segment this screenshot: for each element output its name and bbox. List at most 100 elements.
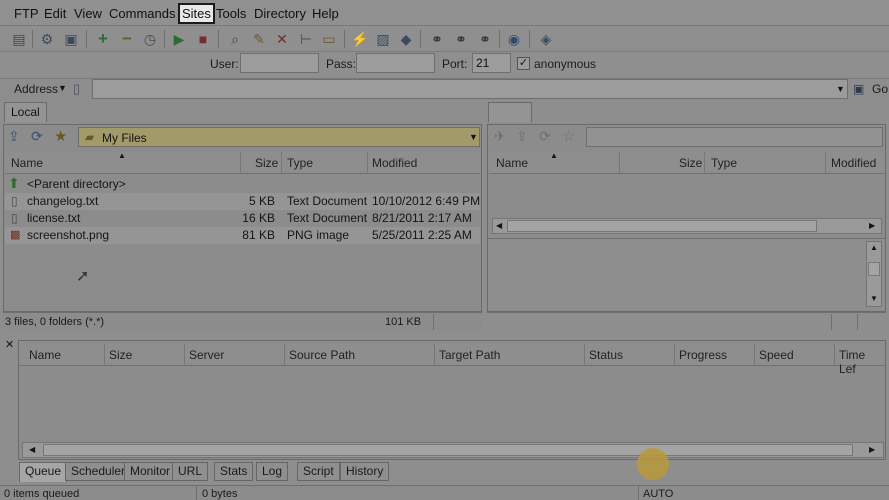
menu-edit[interactable]: Edit xyxy=(42,6,68,21)
menu-view[interactable]: View xyxy=(72,6,104,21)
stop-icon[interactable]: ■ xyxy=(194,30,212,48)
tab-queue[interactable]: Queue xyxy=(19,462,68,482)
column-separator[interactable] xyxy=(367,152,368,174)
column-separator[interactable] xyxy=(184,344,185,366)
address-label[interactable]: Address xyxy=(14,82,58,96)
menu-tools[interactable]: Tools xyxy=(214,6,248,21)
parent-directory-row[interactable]: ⬆ <Parent directory> xyxy=(5,175,480,193)
address-input[interactable] xyxy=(92,79,848,99)
pass-field[interactable] xyxy=(356,53,435,73)
tab-log[interactable]: Log xyxy=(256,462,289,481)
column-separator[interactable] xyxy=(674,344,675,366)
menu-help[interactable]: Help xyxy=(310,6,341,21)
column-separator[interactable] xyxy=(754,344,755,366)
disconnect-icon[interactable]: ✈ xyxy=(494,128,506,145)
menu-commands[interactable]: Commands xyxy=(107,6,177,21)
scroll-thumb[interactable] xyxy=(43,444,853,456)
scroll-thumb[interactable] xyxy=(507,220,817,232)
queue-col-status[interactable]: Status xyxy=(589,348,623,362)
play-icon[interactable]: ▶ xyxy=(170,30,188,48)
up-folder-icon[interactable]: ⇪ xyxy=(8,128,20,145)
binoculars-prev-icon[interactable]: ⚭ xyxy=(476,30,494,48)
tab-remote[interactable] xyxy=(488,102,532,122)
tab-script[interactable]: Script xyxy=(297,462,340,481)
column-separator[interactable] xyxy=(240,152,241,174)
binoculars-icon[interactable]: ⚭ xyxy=(428,30,446,48)
col-type[interactable]: Type xyxy=(287,156,313,170)
table-row[interactable]: ▯ changelog.txt 5 KB Text Document 10/10… xyxy=(5,193,480,210)
queue-col-speed[interactable]: Speed xyxy=(759,348,794,362)
column-separator[interactable] xyxy=(704,152,705,174)
connect-icon[interactable]: ⚡ xyxy=(351,30,369,48)
scroll-up-icon[interactable]: ▲ xyxy=(870,243,878,252)
col-name[interactable]: Name xyxy=(11,156,43,170)
tab-stats[interactable]: Stats xyxy=(214,462,254,481)
queue-col-server[interactable]: Server xyxy=(189,348,224,362)
new-folder-icon[interactable]: ▭ xyxy=(320,30,338,48)
search-icon[interactable]: ⌕ xyxy=(226,30,244,48)
up-folder-icon[interactable]: ⇪ xyxy=(516,128,528,145)
remote-horizontal-scrollbar[interactable]: ◀ ▶ xyxy=(492,218,882,234)
scroll-thumb[interactable] xyxy=(868,262,880,276)
refresh-icon[interactable]: ⟳ xyxy=(31,128,43,145)
col-modified[interactable]: Modified xyxy=(831,156,876,170)
scroll-right-icon[interactable]: ▶ xyxy=(869,221,875,230)
go-icon[interactable]: ▣ xyxy=(853,82,864,96)
col-type[interactable]: Type xyxy=(711,156,737,170)
help-icon[interactable]: ◈ xyxy=(537,30,555,48)
col-modified[interactable]: Modified xyxy=(372,156,417,170)
scroll-left-icon[interactable]: ◀ xyxy=(29,445,35,454)
address-combo-arrow-icon[interactable]: ▼ xyxy=(836,84,845,94)
tab-local[interactable]: Local xyxy=(4,102,47,122)
column-separator[interactable] xyxy=(584,344,585,366)
globe-icon[interactable]: ◉ xyxy=(505,30,523,48)
tab-monitor[interactable]: Monitor xyxy=(124,462,177,481)
image-icon[interactable]: ▨ xyxy=(374,30,392,48)
tab-url[interactable]: URL xyxy=(172,462,209,481)
favorites-star-icon[interactable]: ☆ xyxy=(562,127,575,145)
queue-col-target[interactable]: Target Path xyxy=(439,348,500,362)
delete-icon[interactable]: ✕ xyxy=(273,30,291,48)
remote-path-combo[interactable] xyxy=(586,127,883,147)
column-separator[interactable] xyxy=(825,152,826,174)
anonymous-checkbox[interactable]: ✓ xyxy=(517,57,530,70)
remove-icon[interactable]: − xyxy=(118,30,136,48)
queue-col-source[interactable]: Source Path xyxy=(289,348,355,362)
window-icon[interactable]: ▣ xyxy=(62,30,80,48)
scroll-right-icon[interactable]: ▶ xyxy=(869,445,875,454)
user-field[interactable] xyxy=(240,53,319,73)
refresh-icon[interactable]: ⟳ xyxy=(539,128,551,145)
address-dropdown-icon[interactable]: ▼ xyxy=(58,83,67,93)
scroll-down-icon[interactable]: ▼ xyxy=(870,294,878,303)
add-icon[interactable]: + xyxy=(94,30,112,48)
settings-icon[interactable]: ⚙ xyxy=(38,30,56,48)
col-size[interactable]: Size xyxy=(255,156,278,170)
log-vertical-scrollbar[interactable]: ▲ ▼ xyxy=(866,241,882,307)
queue-col-size[interactable]: Size xyxy=(109,348,132,362)
table-row[interactable]: ▯ license.txt 16 KB Text Document 8/21/2… xyxy=(5,210,480,227)
close-icon[interactable]: ✕ xyxy=(5,338,14,351)
local-path-combo[interactable]: ▰ My Files ▼ xyxy=(78,127,480,147)
column-separator[interactable] xyxy=(434,344,435,366)
column-separator[interactable] xyxy=(104,344,105,366)
binoculars-next-icon[interactable]: ⚭ xyxy=(452,30,470,48)
go-button[interactable]: Go xyxy=(872,82,888,96)
favorites-star-icon[interactable]: ★ xyxy=(54,127,67,145)
queue-col-name[interactable]: Name xyxy=(29,348,61,362)
menu-sites[interactable]: Sites xyxy=(178,3,215,24)
menu-ftp[interactable]: FTP xyxy=(12,6,41,21)
site-manager-icon[interactable]: ▤ xyxy=(10,30,28,48)
tab-scheduler[interactable]: Scheduler xyxy=(65,462,132,481)
table-row[interactable]: ▩ screenshot.png 81 KB PNG image 5/25/20… xyxy=(5,227,480,244)
rename-icon[interactable]: ⊢ xyxy=(297,30,315,48)
menu-directory[interactable]: Directory xyxy=(252,6,308,21)
port-field[interactable]: 21 xyxy=(472,53,511,73)
column-separator[interactable] xyxy=(619,152,620,174)
column-separator[interactable] xyxy=(284,344,285,366)
path-dropdown-icon[interactable]: ▼ xyxy=(469,132,478,142)
edit-icon[interactable]: ✎ xyxy=(250,30,268,48)
column-separator[interactable] xyxy=(834,344,835,366)
queue-col-progress[interactable]: Progress xyxy=(679,348,727,362)
tab-history[interactable]: History xyxy=(340,462,390,481)
clock-icon[interactable]: ◷ xyxy=(141,30,159,48)
